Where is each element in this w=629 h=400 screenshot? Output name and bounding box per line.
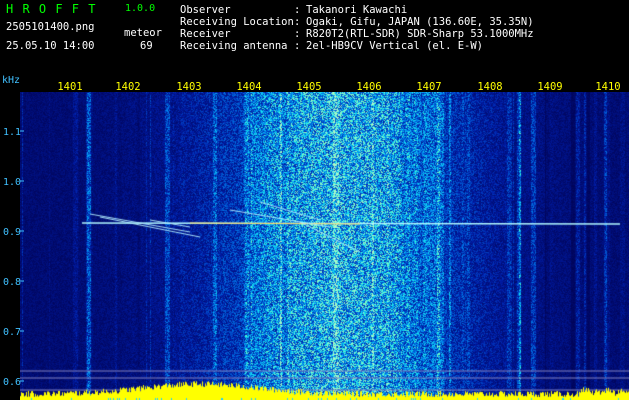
- x-tick-label: 1409: [537, 81, 562, 93]
- x-tick-label: 1401: [57, 81, 82, 93]
- axes-overlay: 1401 1402 1403 1404 1405 1406 1407 1408 1409 1410…: [3, 81, 621, 388]
- y-tick-label: 1.0: [3, 177, 21, 188]
- y-axis-unit: kHz: [2, 75, 21, 86]
- x-tick-label: 1408: [477, 81, 502, 93]
- x-tick-label: 1410: [595, 81, 620, 93]
- x-tick-label: 1407: [416, 81, 441, 93]
- y-tick-label: 0.9: [3, 227, 21, 238]
- x-tick-label: 1405: [296, 81, 321, 93]
- x-tick-label: 1406: [356, 81, 381, 93]
- x-tick-label: 1403: [176, 81, 201, 93]
- y-tick-label: 1.1: [3, 127, 21, 138]
- y-tick-label: 0.6: [3, 377, 21, 388]
- x-tick-label: 1404: [236, 81, 261, 93]
- x-tick-label: 1402: [115, 81, 140, 93]
- hroft-display: H R O F F T 1.0.0 2505101400.png meteor …: [0, 0, 629, 400]
- y-tick-label: 0.8: [3, 277, 21, 288]
- y-tick-label: 0.7: [3, 327, 21, 338]
